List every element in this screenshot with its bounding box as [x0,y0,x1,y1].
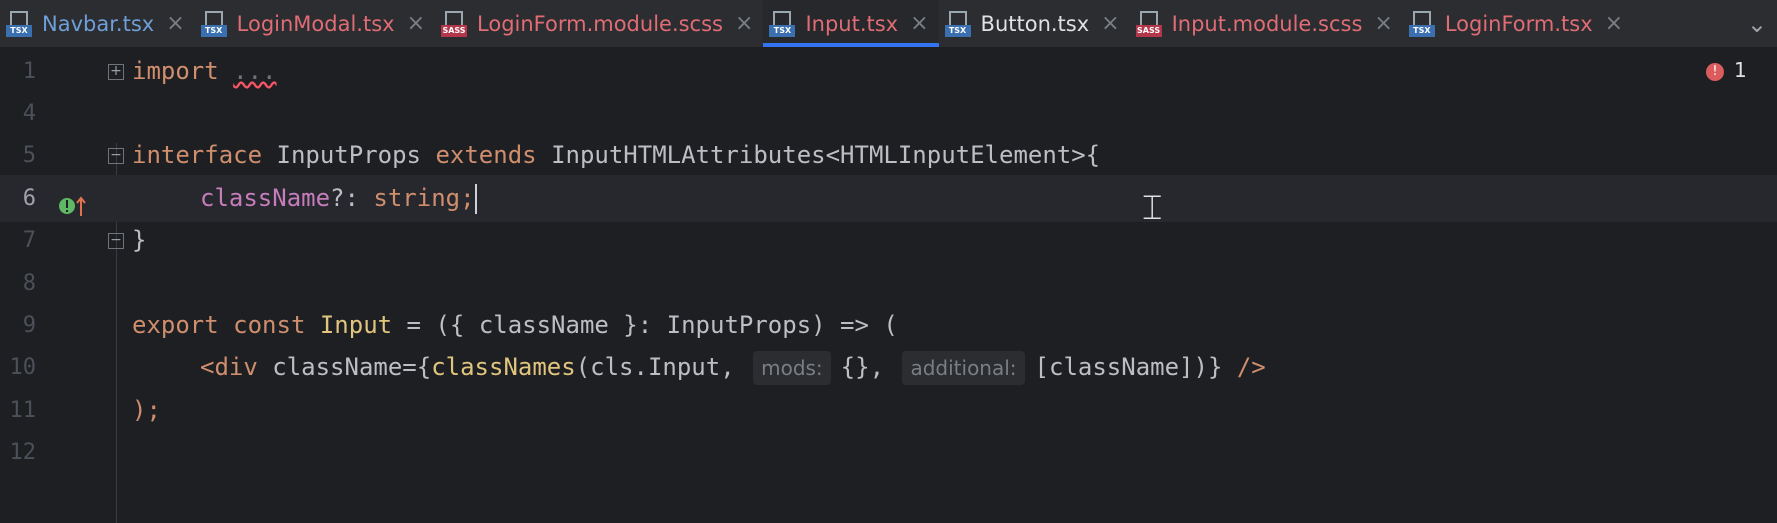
type-string: string; [373,184,475,212]
keyword-export: export [132,311,219,339]
tab-label: Input.module.scss [1171,11,1363,36]
editor-tab-input-module-scss[interactable]: SASS Input.module.scss × [1130,0,1403,47]
parameter-hint-mods: mods: [753,351,831,385]
close-tab-icon[interactable]: × [1374,11,1392,36]
code-line-1[interactable]: 1 + import ... [0,48,1777,95]
keyword-interface: interface [132,141,263,169]
chevron-down-icon: ⌄ [1746,9,1767,38]
keyword-extends: extends [435,141,537,169]
folded-imports[interactable]: ... [233,57,276,85]
close-tab-icon[interactable]: × [166,11,184,36]
tab-label: LoginForm.tsx [1444,11,1593,36]
code-line-9[interactable]: 9 export const Input = ({ className }: I… [0,302,1777,349]
code-line-11[interactable]: 11 ); [0,387,1777,434]
close-tab-icon[interactable]: × [1101,11,1119,36]
code-line-12[interactable]: 12 [0,429,1777,476]
tsx-file-icon: TSX [944,10,971,37]
fold-collapse-icon[interactable]: − [108,148,124,164]
optional-marker: ?: [330,184,374,212]
punctuation: ={ [402,353,432,381]
tab-label: Button.tsx [980,11,1090,36]
fold-expand-icon[interactable]: + [108,64,124,80]
text-caret [474,184,477,214]
close-tab-icon[interactable]: × [407,11,425,36]
argument: [className])} [1034,353,1223,381]
interface-name: InputProps [276,141,422,169]
param-type: }: InputProps) => ( [608,311,898,339]
line-number: 11 [9,398,37,423]
keyword-import: import [132,57,219,85]
line-number: 1 [22,59,36,84]
tab-label: LoginModal.tsx [236,11,395,36]
fold-end-icon[interactable]: − [108,233,124,249]
mouse-ibeam-cursor: ⌶ [1142,188,1163,228]
close-tab-icon[interactable]: × [910,11,928,36]
component-name: Input [319,311,393,339]
code-editor[interactable]: ! 1 1 + import ... 4 5 − interface InputP… [0,48,1777,523]
line-number: 5 [22,143,36,168]
tsx-file-icon: TSX [769,10,796,37]
code-line-7[interactable]: 7 − } [0,217,1777,264]
sass-file-icon: SASS [1135,10,1162,37]
line-number: 6 [22,186,36,211]
tsx-file-icon: TSX [6,10,32,37]
line-number: 4 [22,101,36,126]
editor-tab-loginmodal-tsx[interactable]: TSX LoginModal.tsx × [195,0,435,47]
code-line-8[interactable]: 8 [0,260,1777,307]
code-line-4[interactable]: 4 [0,90,1777,137]
function-call: classNames [431,353,576,381]
editor-tab-bar: TSX Navbar.tsx × TSX LoginModal.tsx × SASS Logi… [0,0,1777,48]
code-line-5[interactable]: 5 − interface InputProps extends InputHT… [0,132,1777,179]
line-number: 9 [22,313,36,338]
editor-tab-loginform-tsx[interactable]: TSX LoginForm.tsx × [1403,0,1633,47]
jsx-tag-close: /> [1222,353,1266,381]
sass-file-icon: SASS [441,10,468,37]
tab-label: Navbar.tsx [42,11,155,36]
close-tab-icon[interactable]: × [1605,11,1623,36]
line-number: 10 [9,355,37,380]
editor-tab-button-tsx[interactable]: TSX Button.tsx × [939,0,1130,47]
closing-brace: } [132,226,147,254]
argument: {}, [840,353,899,381]
code-line-10[interactable]: 10 <div className={classNames(cls.Input,… [0,344,1777,391]
param-classname: className [478,311,609,339]
keyword-const: const [233,311,306,339]
line-number: 8 [22,271,36,296]
tab-label: Input.tsx [805,11,899,36]
jsx-attribute: className [272,353,403,381]
jsx-tag-open: <div [200,353,273,381]
tab-label: LoginForm.module.scss [477,11,723,36]
code-line-6[interactable]: 6 className?: string; [0,175,1777,222]
property-classname: className [200,184,331,212]
punctuation: = ({ [392,311,479,339]
more-tabs-button[interactable]: ⌄ [1741,0,1777,47]
closing-paren: ); [132,396,161,424]
editor-tab-input-tsx[interactable]: TSX Input.tsx × [763,0,939,47]
parameter-hint-additional: additional: [902,351,1025,385]
line-number: 12 [9,440,37,465]
editor-tab-navbar-tsx[interactable]: TSX Navbar.tsx × [0,0,195,47]
extends-type: InputHTMLAttributes<HTMLInputElement>{ [551,141,1101,169]
argument: (cls.Input, [575,353,750,381]
editor-tab-loginform-module-scss[interactable]: SASS LoginForm.module.scss × [435,0,763,47]
tsx-file-icon: TSX [1408,10,1435,37]
tab-bar-spacer [1633,0,1741,47]
close-tab-icon[interactable]: × [735,11,753,36]
tsx-file-icon: TSX [200,10,227,37]
line-number: 7 [22,228,36,253]
